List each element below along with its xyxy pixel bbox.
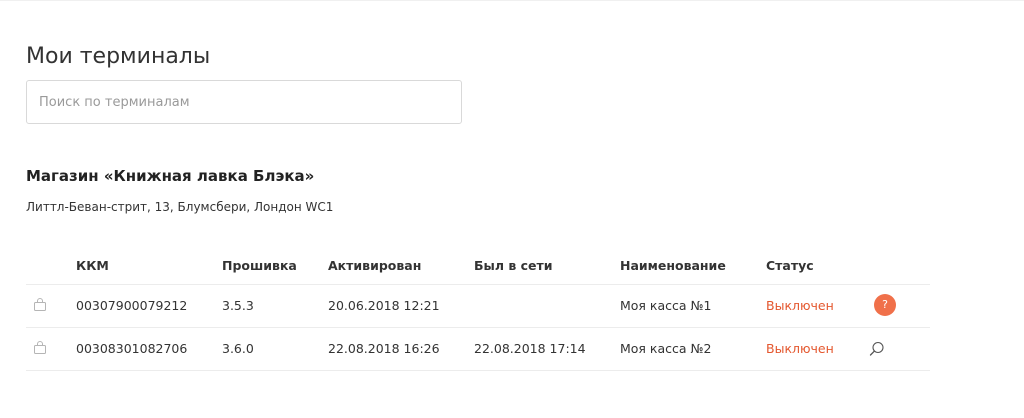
cell-activated: 22.08.2018 16:26 [328, 341, 440, 356]
header-firmware[interactable]: Прошивка [222, 258, 297, 274]
store-name: Магазин «Книжная лавка Блэка» [26, 167, 315, 185]
page-title: Мои терминалы [26, 44, 211, 69]
header-last-online[interactable]: Был в сети [474, 258, 553, 274]
store-address: Литтл-Беван-стрит, 13, Блумсбери, Лондон… [26, 200, 334, 214]
page: Мои терминалы Магазин «Книжная лавка Блэ… [0, 0, 1024, 418]
header-status[interactable]: Статус [766, 258, 814, 274]
table-row[interactable]: 00308301082706 3.6.0 22.08.2018 16:26 22… [26, 328, 930, 371]
cell-name: Моя касса №2 [620, 341, 712, 356]
terminal-icon [34, 341, 46, 354]
header-name[interactable]: Наименование [620, 258, 726, 274]
header-activated[interactable]: Активирован [328, 258, 421, 274]
cell-status: Выключен [766, 298, 834, 313]
cell-firmware: 3.5.3 [222, 298, 254, 313]
terminals-table: ККМ Прошивка Активирован Был в сети Наим… [26, 250, 930, 371]
search-input[interactable] [26, 80, 462, 124]
cell-activated: 20.06.2018 12:21 [328, 298, 440, 313]
cell-last-online: 22.08.2018 17:14 [474, 341, 586, 356]
question-icon[interactable]: ? [874, 294, 896, 316]
cell-firmware: 3.6.0 [222, 341, 254, 356]
table-row[interactable]: 00307900079212 3.5.3 20.06.2018 12:21 Мо… [26, 285, 930, 328]
terminal-icon [34, 298, 46, 311]
cell-status: Выключен [766, 341, 834, 356]
search-icon[interactable] [868, 340, 886, 358]
cell-kkm: 00307900079212 [76, 298, 188, 313]
cell-kkm: 00308301082706 [76, 341, 188, 356]
top-divider [0, 0, 1024, 1]
table-header: ККМ Прошивка Активирован Был в сети Наим… [26, 250, 930, 285]
cell-name: Моя касса №1 [620, 298, 712, 313]
header-kkm[interactable]: ККМ [76, 258, 109, 274]
